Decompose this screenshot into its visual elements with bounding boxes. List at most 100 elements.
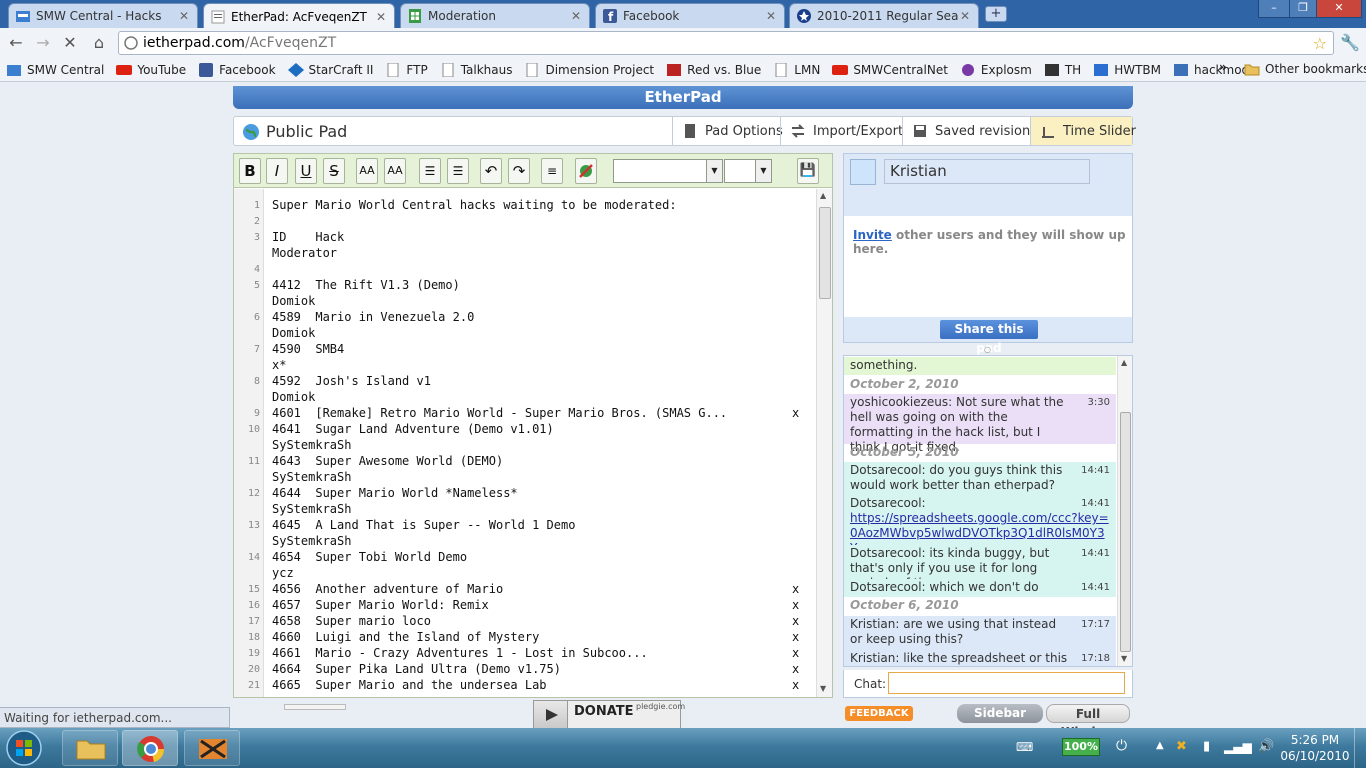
bullet-list-button[interactable]: ≡ xyxy=(541,158,563,184)
pad-line[interactable]: SyStemkraSh xyxy=(272,534,351,548)
bookmarks-overflow-icon[interactable]: » xyxy=(1219,60,1227,74)
pad-line[interactable]: SyStemkraSh xyxy=(272,470,351,484)
font-size-up-button[interactable]: AA xyxy=(356,158,378,184)
device-icon[interactable]: ▮ xyxy=(1203,739,1210,754)
pad-line[interactable]: 4665 Super Mario and the undersea Lab xyxy=(272,678,547,692)
full-window-button[interactable]: Full Window xyxy=(1046,704,1130,739)
network-signal-icon[interactable]: ▂▄▆ xyxy=(1224,740,1252,754)
underline-button[interactable]: U xyxy=(295,158,317,184)
keyboard-icon[interactable]: ⌨ xyxy=(1016,740,1033,754)
pad-line[interactable]: SyStemkraSh xyxy=(272,438,351,452)
close-tab-icon[interactable]: ✕ xyxy=(958,9,972,23)
bookmark-hackmod[interactable]: hackmod xyxy=(1173,63,1249,77)
pad-line[interactable]: 4592 Josh's Island v1 xyxy=(272,374,431,388)
bookmark-hwtbm[interactable]: HWTBM xyxy=(1093,63,1161,77)
invite-link[interactable]: Invite xyxy=(853,228,892,242)
pad-line[interactable]: 4412 The Rift V1.3 (Demo) xyxy=(272,278,460,292)
maximize-button[interactable]: ❐ xyxy=(1289,0,1317,18)
bookmark-smwcentralnet[interactable]: SMWCentralNet xyxy=(832,63,948,77)
close-tab-icon[interactable]: ✕ xyxy=(374,10,388,24)
outdent-button[interactable]: ☰ xyxy=(447,158,469,184)
pad-options-button[interactable]: Pad Options xyxy=(672,117,793,145)
pad-line[interactable]: ID Hack xyxy=(272,230,344,244)
tray-app-icon[interactable]: ✖ xyxy=(1176,739,1187,754)
chrome-taskbar-button[interactable] xyxy=(122,730,178,766)
font-family-select[interactable]: ▼ xyxy=(613,159,723,183)
bookmark-starcraft[interactable]: StarCraft II xyxy=(287,62,373,77)
bookmark-facebook[interactable]: Facebook xyxy=(198,62,276,77)
strikethrough-button[interactable]: S xyxy=(323,158,345,184)
pad-line[interactable]: 4644 Super Mario World *Nameless* xyxy=(272,486,518,500)
time-slider-button[interactable]: Time Slider xyxy=(1030,117,1136,145)
font-size-select[interactable]: ▼ xyxy=(724,159,772,183)
scrollbar-thumb[interactable] xyxy=(1120,412,1131,652)
minimize-button[interactable]: – xyxy=(1258,0,1290,18)
pad-line[interactable]: 4656 Another adventure of Mario xyxy=(272,582,503,596)
pad-line[interactable]: Domiok xyxy=(272,390,315,404)
editor-scrollbar[interactable]: ▲ ▼ xyxy=(816,189,832,697)
bookmark-talkhaus[interactable]: Talkhaus xyxy=(440,62,512,77)
import-export-button[interactable]: Import/Export xyxy=(780,117,913,145)
wrench-menu-icon[interactable]: 🔧 xyxy=(1340,34,1360,52)
bookmark-smw-central[interactable]: SMW Central xyxy=(6,63,104,77)
italic-button[interactable]: I xyxy=(266,158,288,184)
close-tab-icon[interactable]: ✕ xyxy=(764,9,778,23)
pad-line[interactable]: 4643 Super Awesome World (DEMO) xyxy=(272,454,503,468)
tray-expand-icon[interactable]: ▲ xyxy=(1156,740,1164,751)
bookmark-red-vs-blue[interactable]: Red vs. Blue xyxy=(666,63,761,77)
sidebar-button[interactable]: Sidebar xyxy=(957,704,1043,723)
saved-revisions-button[interactable]: Saved revisions xyxy=(902,117,1047,145)
power-plug-icon[interactable]: ⏻ xyxy=(1116,738,1127,754)
font-size-down-button[interactable]: AA xyxy=(384,158,406,184)
pad-line[interactable]: 4641 Sugar Land Adventure (Demo v1.01) xyxy=(272,422,554,436)
other-bookmarks[interactable]: Other bookmarks xyxy=(1244,62,1366,76)
bookmark-lmn[interactable]: LMN xyxy=(773,62,820,77)
pad-line[interactable]: Domiok xyxy=(272,294,315,308)
tab-etherpad[interactable]: EtherPad: AcFveqenZT ✕ xyxy=(203,3,395,29)
pad-line[interactable]: Domiok xyxy=(272,326,315,340)
username-field[interactable]: Kristian xyxy=(884,159,1090,184)
chat-input[interactable] xyxy=(888,672,1125,694)
resize-handle-icon[interactable]: ○ xyxy=(984,345,991,354)
undo-button[interactable]: ↶ xyxy=(480,158,502,184)
pad-line[interactable]: 4660 Luigi and the Island of Mystery xyxy=(272,630,539,644)
pad-line[interactable]: 4589 Mario in Venezuela 2.0 xyxy=(272,310,474,324)
pad-line[interactable]: 4664 Super Pika Land Ultra (Demo v1.75) xyxy=(272,662,561,676)
start-button[interactable] xyxy=(4,729,44,767)
user-color-swatch[interactable] xyxy=(850,159,876,185)
feedback-button[interactable]: FEEDBACK xyxy=(845,706,913,721)
pad-line[interactable]: ycz xyxy=(272,566,294,580)
redo-button[interactable]: ↷ xyxy=(508,158,530,184)
pad-line[interactable]: Moderator xyxy=(272,246,337,260)
close-tab-icon[interactable]: ✕ xyxy=(177,9,191,23)
tab-regular-season[interactable]: 2010-2011 Regular Seaso ✕ xyxy=(789,3,979,28)
pad-line[interactable]: Super Mario World Central hacks waiting … xyxy=(272,198,677,212)
pad-line[interactable]: 4661 Mario - Crazy Adventures 1 - Lost i… xyxy=(272,646,648,660)
share-pad-button[interactable]: Share this pad xyxy=(940,320,1038,355)
scroll-up-icon[interactable]: ▲ xyxy=(820,191,826,200)
chat-app-taskbar-button[interactable] xyxy=(184,730,240,766)
scroll-up-icon[interactable]: ▲ xyxy=(1121,358,1127,367)
system-clock[interactable]: 5:26 PM 06/10/2010 xyxy=(1280,732,1350,764)
horizontal-scrollbar[interactable] xyxy=(284,704,346,710)
volume-icon[interactable]: 🔊 xyxy=(1258,739,1274,754)
pad-line[interactable]: 4657 Super Mario World: Remix xyxy=(272,598,489,612)
address-bar[interactable]: ietherpad.com/AcFveqenZT ☆ xyxy=(118,31,1334,55)
save-button[interactable]: 💾 xyxy=(797,158,819,184)
bold-button[interactable]: B xyxy=(239,158,261,184)
close-tab-icon[interactable]: ✕ xyxy=(569,9,583,23)
stop-icon[interactable]: ✕ xyxy=(61,34,79,52)
tab-facebook[interactable]: f Facebook ✕ xyxy=(595,3,785,28)
show-desktop-button[interactable] xyxy=(1354,728,1366,768)
bookmark-ftp[interactable]: FTP xyxy=(385,62,428,77)
scroll-down-icon[interactable]: ▼ xyxy=(820,684,826,693)
bookmark-explosm[interactable]: Explosm xyxy=(960,63,1032,77)
pad-line[interactable]: 4645 A Land That is Super -- World 1 Dem… xyxy=(272,518,575,532)
indent-button[interactable]: ☰ xyxy=(419,158,441,184)
pad-line[interactable]: x* xyxy=(272,358,286,372)
home-icon[interactable]: ⌂ xyxy=(90,34,108,52)
pad-line[interactable]: 4590 SMB4 xyxy=(272,342,344,356)
pad-line[interactable]: 4658 Super mario loco xyxy=(272,614,431,628)
pledgie-widget[interactable]: DONATE pledgie.com xyxy=(533,700,685,730)
back-arrow-icon[interactable]: ← xyxy=(7,34,25,52)
